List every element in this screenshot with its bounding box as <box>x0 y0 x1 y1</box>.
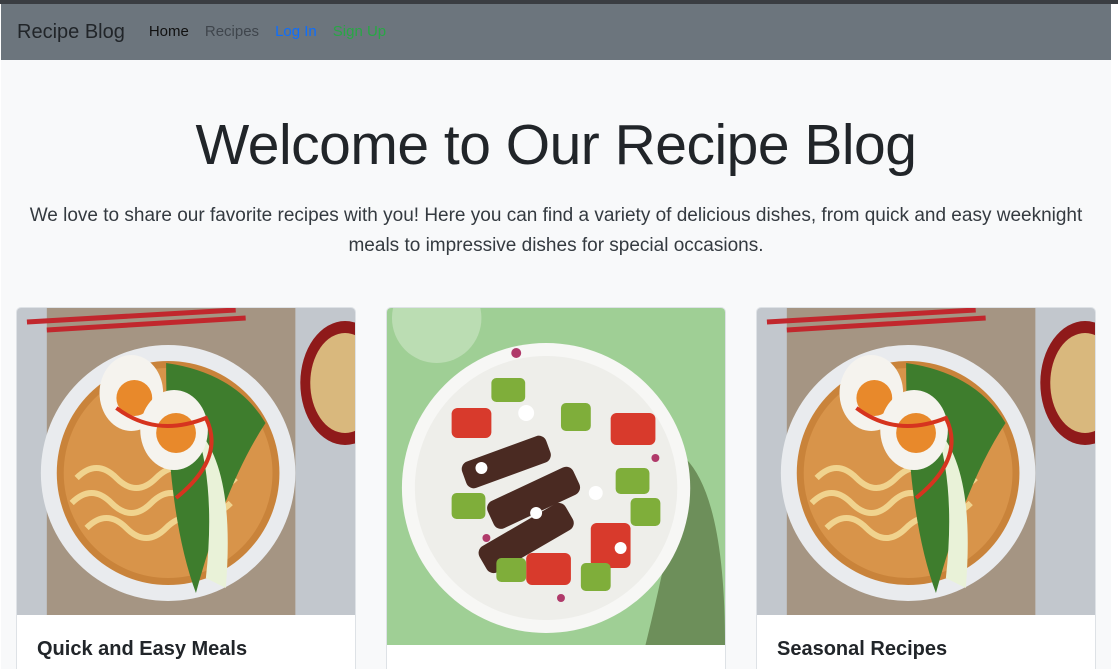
nav-home-link[interactable]: Home <box>149 4 189 60</box>
recipe-card-steak-salad[interactable] <box>386 307 726 669</box>
card-title: Seasonal Recipes <box>777 638 948 660</box>
card-title: Quick and Easy Meals <box>37 638 248 660</box>
hero-text: We love to share our favorite recipes wi… <box>29 205 1083 256</box>
page: Recipe Blog Home Recipes Log In Sign Up … <box>1 4 1111 669</box>
navbar: Recipe Blog Home Recipes Log In Sign Up <box>1 4 1111 60</box>
ramen-bowl-photo <box>757 308 1095 615</box>
nav-recipes-link[interactable]: Recipes <box>205 4 259 60</box>
brand-link[interactable]: Recipe Blog <box>17 4 125 60</box>
hero-title: Welcome to Our Recipe Blog <box>195 113 917 177</box>
recipe-card-quick-meals[interactable]: Quick and Easy Meals <box>16 307 356 669</box>
steak-salad-photo <box>387 308 725 645</box>
nav-login-link[interactable]: Log In <box>275 4 317 60</box>
ramen-bowl-photo <box>17 308 355 615</box>
nav-signup-link[interactable]: Sign Up <box>333 4 386 60</box>
recipe-card-seasonal[interactable]: Seasonal Recipes <box>756 307 1096 669</box>
